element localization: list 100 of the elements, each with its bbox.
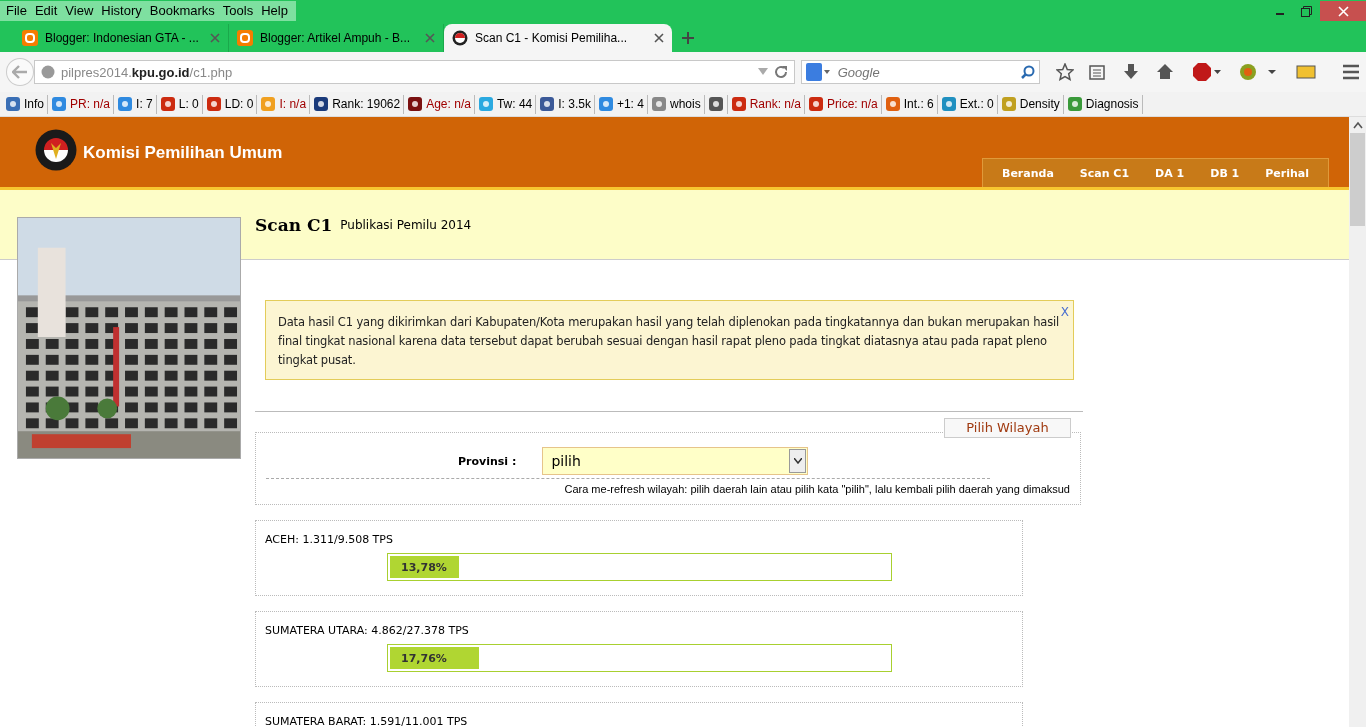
toolbar-icon (707, 96, 724, 112)
page-title: Scan C1 (255, 214, 333, 235)
toolbar-label: Age: n/a (426, 97, 471, 111)
close-icon[interactable] (210, 33, 220, 43)
toolbar-item[interactable]: Density (997, 94, 1064, 114)
toolbar-label: I: n/a (279, 97, 307, 111)
tab-title: Scan C1 - Komisi Pemiliha... (475, 31, 629, 45)
toolbar-label: Rank: n/a (749, 97, 802, 111)
toolbar-icon (884, 96, 901, 112)
toolbar-item[interactable]: L: 0 (156, 94, 203, 114)
back-arrow-icon (11, 65, 28, 79)
toolbar-item[interactable]: Rank: 19062 (310, 94, 405, 114)
hint-text: Cara me-refresh wilayah: pilih daerah lain atau pilih kata "pilih", lalu kembali pilih daerah yang dimaksud (563, 483, 1070, 495)
toolbar-label: Info (24, 97, 44, 111)
menu-item[interactable]: Edit (30, 1, 62, 21)
scrollbar[interactable] (1349, 117, 1366, 727)
blogger-icon (237, 30, 253, 46)
toolbar-icon (5, 96, 21, 112)
toolbar-item[interactable]: Ext.: 0 (937, 94, 998, 114)
toolbar-icon (205, 96, 222, 112)
menu-icon[interactable] (1342, 64, 1360, 80)
province-label: SUMATERA UTARA: 4.862/27.378 TPS (265, 624, 470, 637)
toolbar-label: LD: 0 (224, 97, 254, 111)
url-text: pilpres2014.kpu.go.id/c1.php (60, 64, 234, 80)
progress-fill: 17,76% (390, 647, 479, 669)
google-icon (805, 63, 832, 81)
toolbar-item[interactable]: I: 3.5k (536, 94, 595, 114)
reading-list-icon[interactable] (1088, 63, 1107, 81)
toolbar-icon (313, 96, 330, 112)
tab-title: Blogger: Artikel Ampuh - B... (260, 31, 412, 45)
toolbar-label: Price: n/a (827, 97, 878, 111)
toolbar-label: I: 3.5k (558, 97, 591, 111)
new-tab-icon[interactable] (682, 32, 694, 44)
toolbar-icon (650, 96, 667, 112)
toolbar-label: Int.: 6 (903, 97, 934, 111)
toolbar-item[interactable]: I: 7 (114, 94, 157, 114)
province-select[interactable]: pilih (542, 447, 809, 475)
toolbar-item[interactable]: Info (2, 94, 48, 114)
page-subtitle: Publikasi Pemilu 2014 (340, 217, 472, 232)
browser-tab[interactable]: Scan C1 - Komisi Pemiliha... (444, 24, 672, 52)
toolbar-label: PR: n/a (70, 97, 111, 111)
toolbar-icon (539, 96, 556, 112)
adblock-icon[interactable] (1192, 62, 1223, 82)
toolbar-item[interactable]: Rank: n/a (727, 94, 806, 114)
download-icon[interactable] (1122, 63, 1141, 81)
toolbar-item[interactable]: Diagnosis (1063, 94, 1143, 114)
tab-title: Blogger: Indonesian GTA - ... (45, 31, 200, 45)
search-input[interactable]: Google (835, 63, 1018, 81)
toolbar-icon (730, 96, 747, 112)
close-button[interactable] (1320, 1, 1366, 21)
scroll-thumb[interactable] (1350, 133, 1365, 226)
toolbar-item[interactable]: PR: n/a (48, 94, 115, 114)
scroll-up-icon[interactable] (1352, 121, 1363, 129)
home-icon[interactable] (1156, 63, 1175, 81)
toolbar-icon (1066, 96, 1083, 112)
reload-icon[interactable] (773, 65, 788, 79)
restore-icon (1301, 5, 1312, 17)
progress-fill: 13,78% (390, 556, 459, 578)
toolbar-icon (407, 96, 424, 112)
menu-item[interactable]: Bookmarks (145, 1, 219, 21)
toolbar-item[interactable]: Int.: 6 (881, 94, 938, 114)
menu-item[interactable]: View (61, 1, 98, 21)
emblem-icon (452, 30, 468, 46)
address-field[interactable]: pilpres2014.kpu.go.id/c1.php (33, 60, 795, 84)
toolbar-label: Tw: 44 (496, 97, 533, 111)
toolbar-item[interactable]: Age: n/a (404, 94, 475, 114)
toolbar-label: Ext.: 0 (959, 97, 994, 111)
toolbar-item[interactable]: I: n/a (257, 94, 311, 114)
toolbar-label: +1: 4 (616, 97, 644, 111)
search-icon[interactable] (1021, 65, 1036, 79)
toolbar-item[interactable]: +1: 4 (594, 94, 648, 114)
menu-item[interactable]: History (97, 1, 146, 21)
search-field[interactable]: Google (800, 60, 1041, 84)
toolbar-item[interactable]: Price: n/a (805, 94, 882, 114)
site-title: Komisi Pemilihan Umum (83, 143, 283, 163)
toolbar-icon (1000, 96, 1017, 112)
toolbar-icon (597, 96, 614, 112)
caret-icon (793, 458, 802, 464)
menu-item[interactable]: Tools (218, 1, 258, 21)
toolbar-icon (117, 96, 134, 112)
blogger-icon (22, 30, 38, 46)
close-icon (1337, 5, 1349, 17)
toolbar-icon (159, 96, 176, 112)
toolbar-item[interactable]: LD: 0 (202, 94, 258, 114)
notice-text: Data hasil C1 yang dikirimkan dari Kabupaten/Kota merupakan hasil yang telah diplenokan pada tingkatannya dan bukan merupakan hasil final tingkat nasional karena data tersebut dapat berubah sesuai dengan hasil rapat pleno pada tingkat diatasnya atau pada rapat pleno tingkat pusat. (278, 314, 1061, 369)
dropdown-icon[interactable] (757, 68, 768, 76)
star-icon[interactable] (1056, 63, 1075, 81)
toolbar-label: L: 0 (178, 97, 199, 111)
toolbar-item[interactable]: whois (647, 94, 705, 114)
notice-close[interactable]: X (1060, 305, 1069, 319)
picker-title: Pilih Wilayah (944, 418, 1071, 438)
toolbar-icon (808, 96, 825, 112)
toolbar-label: Rank: 19062 (332, 97, 401, 111)
close-icon[interactable] (425, 33, 435, 43)
close-icon[interactable] (654, 33, 664, 43)
menu-item[interactable]: File (2, 1, 31, 21)
emblem-logo (35, 129, 77, 171)
toolbar-item[interactable]: Tw: 44 (474, 94, 537, 114)
menu-item[interactable]: Help (257, 1, 292, 21)
province-label: ACEH: 1.311/9.508 TPS (265, 533, 394, 546)
